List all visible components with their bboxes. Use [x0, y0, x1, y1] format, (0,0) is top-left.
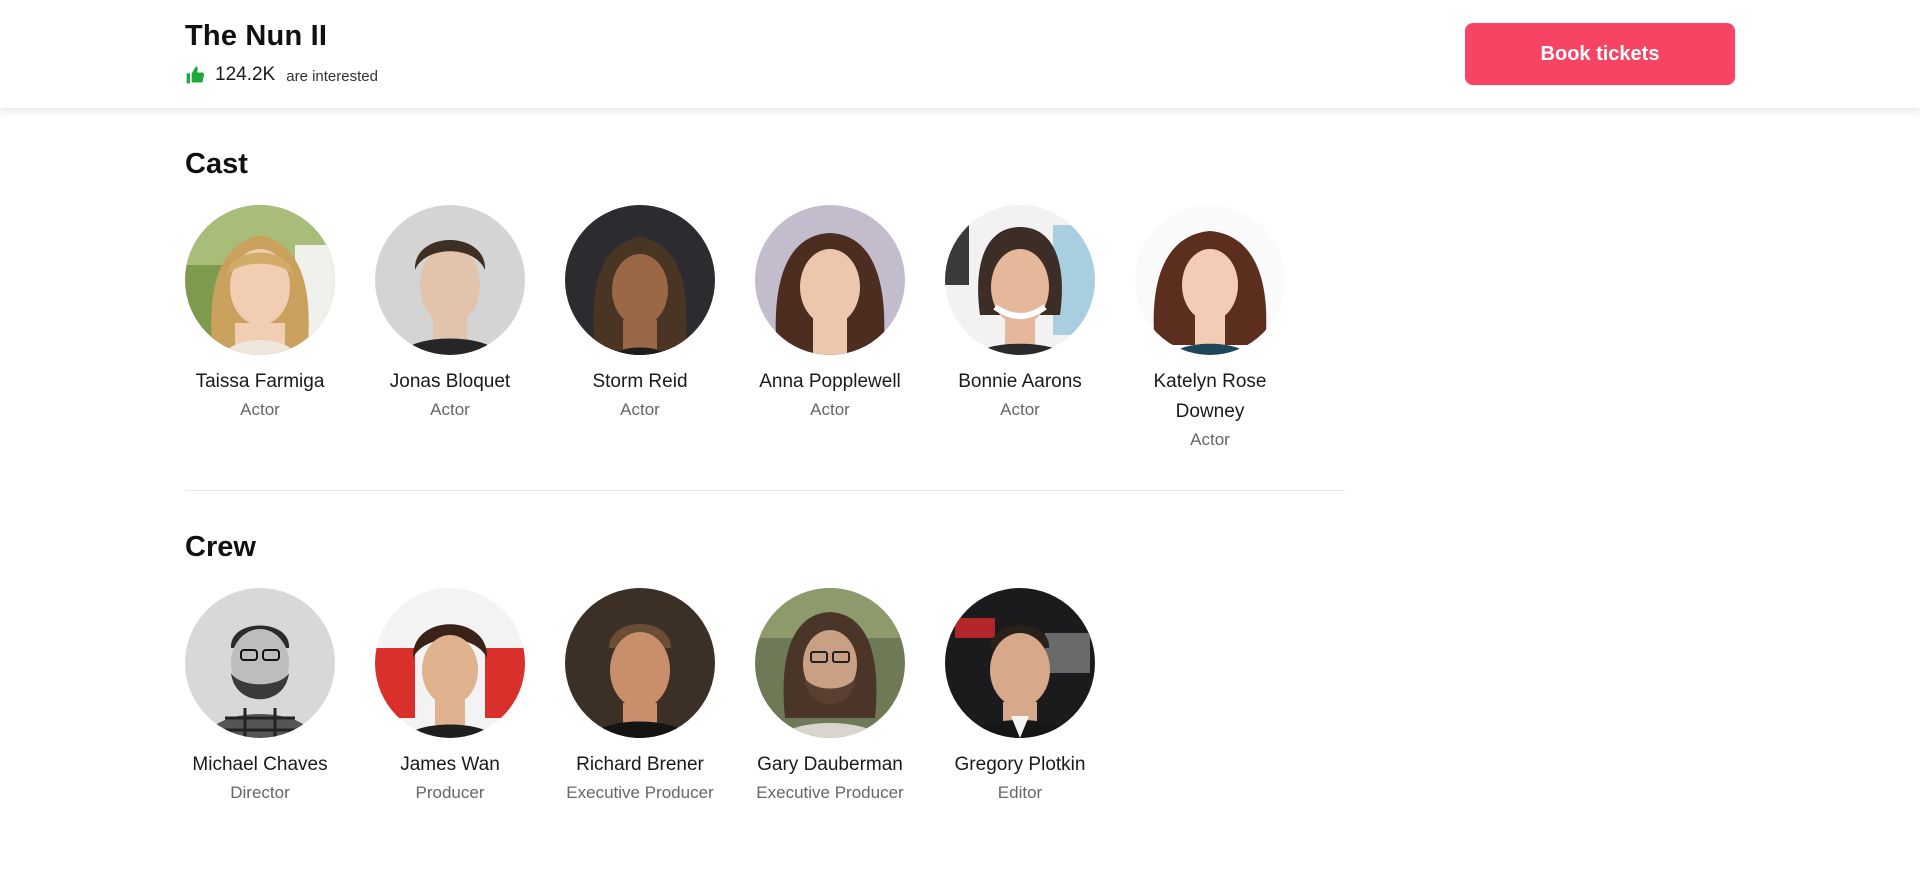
crew-role: Editor — [997, 783, 1043, 802]
cast-avatar[interactable] — [945, 205, 1095, 355]
crew-avatar[interactable] — [375, 588, 525, 738]
book-tickets-button[interactable]: Book tickets — [1465, 23, 1735, 85]
crew-avatar[interactable] — [565, 588, 715, 738]
cast-role: Actor — [240, 400, 280, 419]
cast-role: Actor — [430, 400, 470, 419]
thumbs-up-icon — [185, 65, 205, 85]
crew-member[interactable]: Richard Brener Executive Producer — [565, 588, 715, 805]
crew-role: Executive Producer — [566, 783, 714, 802]
crew-name: Richard Brener — [576, 754, 704, 775]
cast-member[interactable]: Taissa Farmiga Actor — [185, 205, 335, 452]
crew-avatar[interactable] — [185, 588, 335, 738]
cast-name: Bonnie Aarons — [958, 371, 1082, 392]
crew-member[interactable]: Gregory Plotkin Editor — [945, 588, 1095, 805]
cast-role: Actor — [1000, 400, 1040, 419]
cast-member[interactable]: Katelyn Rose Downey Actor — [1135, 205, 1285, 452]
crew-name: Michael Chaves — [192, 754, 328, 775]
crew-name: James Wan — [400, 754, 500, 775]
crew-member[interactable]: Michael Chaves Director — [185, 588, 335, 805]
cast-avatar[interactable] — [185, 205, 335, 355]
crew-avatar[interactable] — [945, 588, 1095, 738]
cast-member[interactable]: Anna Popplewell Actor — [755, 205, 905, 452]
cast-section-title: Cast — [185, 148, 248, 180]
interest-count: 124.2K — [215, 64, 276, 85]
crew-role: Executive Producer — [756, 783, 904, 802]
cast-name: Storm Reid — [592, 371, 688, 392]
crew-list: Michael Chaves Director James Wan Produc… — [185, 588, 1135, 805]
movie-header: The Nun II 124.2K are interested Book ti… — [0, 0, 1920, 108]
movie-title: The Nun II — [185, 20, 328, 52]
crew-avatar[interactable] — [755, 588, 905, 738]
crew-role: Director — [230, 783, 290, 802]
crew-member[interactable]: James Wan Producer — [375, 588, 525, 805]
cast-member[interactable]: Jonas Bloquet Actor — [375, 205, 525, 452]
cast-list: Taissa Farmiga Actor Jonas Bloquet Actor — [185, 205, 1325, 452]
crew-role: Producer — [415, 783, 485, 802]
cast-avatar[interactable] — [1135, 205, 1285, 355]
cast-role: Actor — [620, 400, 660, 419]
interest-info: 124.2K are interested — [185, 62, 378, 88]
cast-name: Jonas Bloquet — [389, 371, 511, 392]
crew-name: Gregory Plotkin — [954, 754, 1086, 775]
interest-label: are interested — [286, 67, 378, 85]
cast-avatar[interactable] — [375, 205, 525, 355]
crew-member[interactable]: Gary Dauberman Executive Producer — [755, 588, 905, 805]
cast-name: Taissa Farmiga — [195, 371, 325, 392]
cast-avatar[interactable] — [755, 205, 905, 355]
cast-name: Anna Popplewell — [759, 371, 901, 392]
cast-member[interactable]: Bonnie Aarons Actor — [945, 205, 1095, 452]
cast-member[interactable]: Storm Reid Actor — [565, 205, 715, 452]
cast-role: Actor — [1190, 430, 1230, 449]
cast-avatar[interactable] — [565, 205, 715, 355]
crew-name: Gary Dauberman — [757, 754, 903, 775]
section-divider — [185, 490, 1345, 491]
cast-name: Katelyn Rose Downey — [1153, 371, 1267, 422]
cast-role: Actor — [810, 400, 850, 419]
crew-section-title: Crew — [185, 531, 256, 563]
